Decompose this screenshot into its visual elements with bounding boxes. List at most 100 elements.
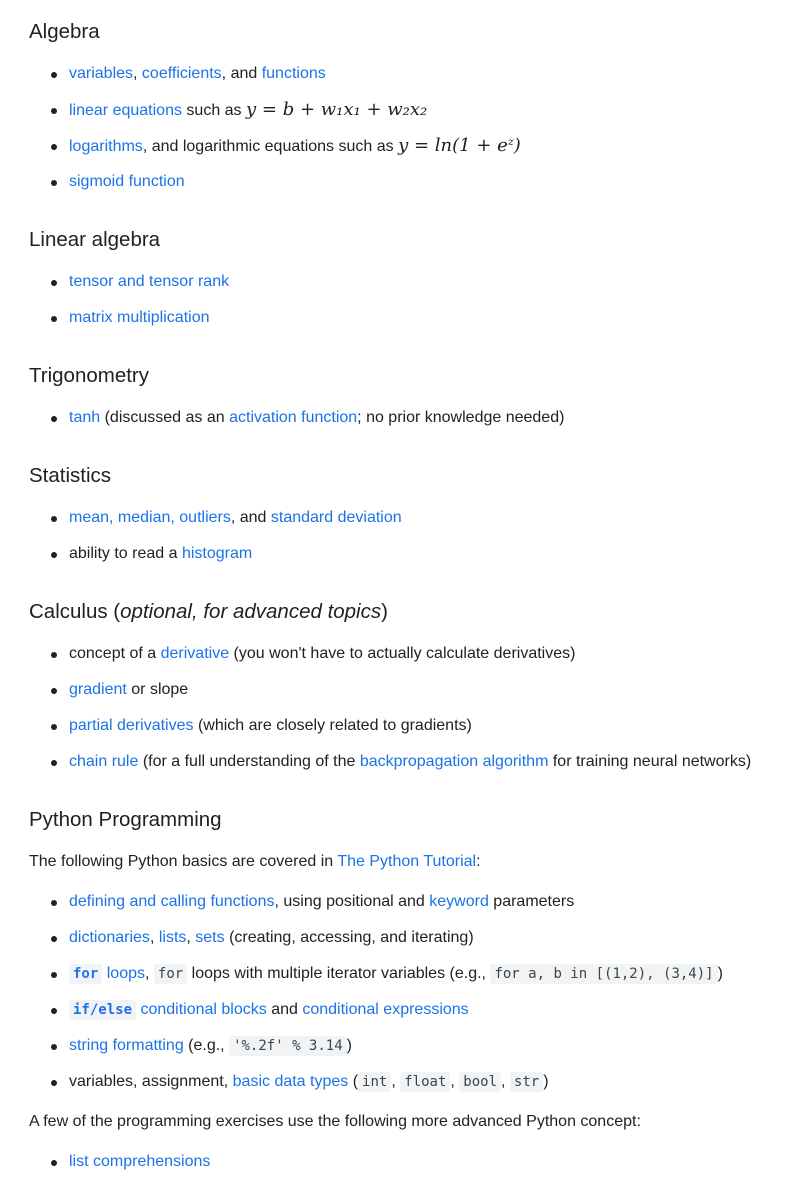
text: (which are closely related to gradients) (193, 717, 472, 734)
link-backpropagation[interactable]: backpropagation algorithm (360, 753, 549, 770)
link-for-loops[interactable]: for loops (69, 964, 145, 984)
list-item: linear equations such as y = b + w₁x₁ + … (29, 98, 521, 122)
section-heading-python: Python Programming (29, 808, 222, 831)
list-item: chain rule (for a full understanding of … (29, 750, 751, 774)
link-activation-function[interactable]: activation function (229, 409, 357, 426)
link-defining-functions[interactable]: defining and calling functions (69, 893, 274, 910)
text: ability to read a (69, 545, 182, 562)
code-if-else: if/else (69, 1000, 137, 1020)
link-functions[interactable]: functions (262, 65, 326, 82)
link-conditional-blocks[interactable]: if/else conditional blocks (69, 1000, 267, 1020)
python-advanced-list: list comprehensions (29, 1150, 210, 1186)
list-item: variables, assignment, basic data types … (29, 1070, 723, 1094)
math-linear-equation: y = b + w₁x₁ + w₂x₂ (246, 99, 428, 120)
link-tensor-rank[interactable]: tensor and tensor rank (69, 273, 229, 290)
text: ) (717, 965, 723, 982)
text: (e.g., (183, 1037, 230, 1054)
link-logarithms[interactable]: logarithms (69, 138, 143, 155)
section-heading-algebra: Algebra (29, 20, 100, 43)
linear-algebra-list: tensor and tensor rank matrix multiplica… (29, 270, 229, 342)
text: loops with multiple iterator variables (… (187, 965, 491, 982)
link-histogram[interactable]: histogram (182, 545, 252, 562)
link-linear-equations[interactable]: linear equations (69, 102, 182, 119)
text: , using positional and (274, 893, 430, 910)
link-chain-rule[interactable]: chain rule (69, 753, 138, 770)
link-partial-derivatives[interactable]: partial derivatives (69, 717, 194, 734)
text: concept of a (69, 645, 161, 662)
calculus-list: concept of a derivative (you won't have … (29, 642, 751, 786)
link-tanh[interactable]: tanh (69, 409, 100, 426)
python-intro: The following Python basics are covered … (29, 850, 481, 874)
link-matrix-multiplication[interactable]: matrix multiplication (69, 309, 209, 326)
code-format-example: '%.2f' % 3.14 (229, 1036, 347, 1056)
trigonometry-list: tanh (discussed as an activation functio… (29, 406, 564, 442)
link-python-tutorial[interactable]: The Python Tutorial (337, 853, 476, 870)
link-keyword[interactable]: keyword (429, 893, 489, 910)
list-item: concept of a derivative (you won't have … (29, 642, 751, 666)
link-basic-data-types[interactable]: basic data types (233, 1073, 349, 1090)
list-item: defining and calling functions, using po… (29, 890, 723, 914)
list-item: matrix multiplication (29, 306, 229, 330)
list-item: if/else conditional blocks and condition… (29, 998, 723, 1022)
statistics-list: mean, median, outliers, and standard dev… (29, 506, 402, 578)
code-for: for (153, 964, 188, 984)
text: (discussed as an (100, 409, 230, 426)
text: , (186, 929, 196, 946)
section-heading-calculus: Calculus (optional, for advanced topics) (29, 598, 388, 626)
code-bool: bool (459, 1072, 501, 1092)
text: : (476, 853, 481, 870)
list-item: logarithms, and logarithmic equations su… (29, 134, 521, 158)
link-sigmoid-function[interactable]: sigmoid function (69, 173, 185, 190)
text: variables, assignment, (69, 1073, 233, 1090)
text: , (149, 929, 159, 946)
link-sets[interactable]: sets (195, 929, 224, 946)
text: such as (181, 102, 246, 119)
text: , (391, 1073, 401, 1090)
text: ) (346, 1037, 352, 1054)
text: , (450, 1073, 460, 1090)
text: ( (348, 1073, 359, 1090)
text: , (133, 65, 142, 82)
python-list: defining and calling functions, using po… (29, 890, 723, 1106)
text: or slope (126, 681, 189, 698)
text: ; no prior knowledge needed) (357, 409, 565, 426)
text: parameters (488, 893, 575, 910)
heading-emphasis: optional, for advanced topics (120, 600, 382, 623)
text: , and (230, 509, 271, 526)
list-item: for loops, for loops with multiple itera… (29, 962, 723, 986)
link-variables[interactable]: variables (69, 65, 133, 82)
link-string-formatting[interactable]: string formatting (69, 1037, 184, 1054)
list-item: variables, coefficients, and functions (29, 62, 521, 86)
text: The following Python basics are covered … (29, 853, 338, 870)
heading-text: ) (381, 600, 388, 623)
link-coefficients[interactable]: coefficients (142, 65, 222, 82)
link-derivative[interactable]: derivative (161, 645, 229, 662)
text: ) (543, 1073, 549, 1090)
text: and (266, 1001, 303, 1018)
list-item: dictionaries, lists, sets (creating, acc… (29, 926, 723, 950)
section-heading-trigonometry: Trigonometry (29, 364, 149, 387)
link-lists[interactable]: lists (159, 929, 187, 946)
link-standard-deviation[interactable]: standard deviation (271, 509, 402, 526)
list-item: list comprehensions (29, 1150, 210, 1174)
code-for: for (69, 964, 103, 984)
list-item: partial derivatives (which are closely r… (29, 714, 751, 738)
list-item: tensor and tensor rank (29, 270, 229, 294)
link-conditional-expressions[interactable]: conditional expressions (302, 1001, 468, 1018)
section-heading-linear-algebra: Linear algebra (29, 228, 161, 251)
list-item: sigmoid function (29, 170, 521, 194)
list-item: gradient or slope (29, 678, 751, 702)
code-float: float (400, 1072, 451, 1092)
link-list-comprehensions[interactable]: list comprehensions (69, 1153, 210, 1170)
code-for-example: for a, b in [(1,2), (3,4)] (490, 964, 718, 984)
link-mean-median-outliers[interactable]: mean, median, outliers (69, 509, 231, 526)
link-dictionaries[interactable]: dictionaries (69, 929, 150, 946)
math-log-equation: y = ln(1 + eᶻ) (398, 135, 521, 156)
text: , (145, 965, 154, 982)
list-item: mean, median, outliers, and standard dev… (29, 506, 402, 530)
list-item: string formatting (e.g., '%.2f' % 3.14) (29, 1034, 723, 1058)
link-gradient[interactable]: gradient (69, 681, 127, 698)
link-text: loops (102, 965, 145, 982)
code-int: int (358, 1072, 392, 1092)
link-text: conditional blocks (136, 1001, 267, 1018)
